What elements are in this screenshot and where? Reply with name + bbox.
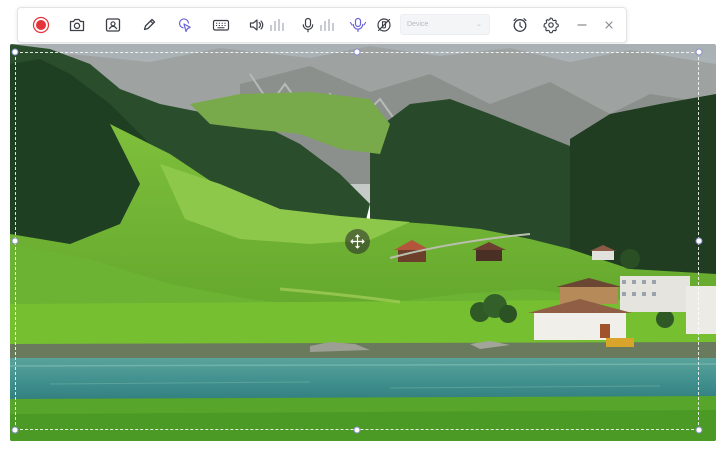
speaker-level-meter: [270, 19, 284, 31]
resize-handle-top-right[interactable]: [695, 48, 703, 56]
record-button[interactable]: [31, 15, 51, 35]
keyboard-icon: [212, 19, 230, 31]
webcam-icon: [105, 18, 121, 32]
noise-reduction-button[interactable]: [348, 15, 368, 35]
gear-icon: [543, 17, 559, 34]
close-icon: [605, 21, 613, 29]
resize-handle-left[interactable]: [11, 237, 19, 245]
webcam-button[interactable]: [103, 15, 123, 35]
recorder-toolbar: Device ⌄: [17, 7, 627, 43]
annotate-button[interactable]: [139, 15, 159, 35]
microphone-icon: [302, 17, 314, 33]
resize-handle-top-left[interactable]: [11, 48, 19, 56]
ai-voice-icon: [349, 17, 367, 33]
resize-handle-top[interactable]: [353, 48, 361, 56]
settings-button[interactable]: [541, 15, 561, 35]
move-arrows-icon: [350, 234, 365, 249]
cursor-highlight-button[interactable]: [175, 15, 195, 35]
alarm-clock-icon: [513, 18, 527, 32]
resize-handle-bottom-left[interactable]: [11, 426, 19, 434]
chevron-down-icon: ⌄: [476, 21, 482, 28]
screenshot-button[interactable]: [67, 15, 87, 35]
microphone-button[interactable]: [298, 15, 318, 35]
minimize-button[interactable]: [572, 15, 592, 35]
pen-icon: [143, 18, 156, 31]
keystroke-button[interactable]: [211, 15, 231, 35]
schedule-button[interactable]: [510, 15, 530, 35]
cursor-click-icon: [178, 18, 191, 33]
mic-slash-icon: [377, 18, 391, 32]
resize-handle-bottom[interactable]: [353, 426, 361, 434]
move-handle[interactable]: [345, 229, 370, 254]
camera-icon: [69, 18, 85, 32]
record-icon: [32, 16, 50, 34]
mic-level-meter: [320, 19, 334, 31]
resize-handle-right[interactable]: [695, 237, 703, 245]
mic-off-button[interactable]: [374, 15, 394, 35]
resize-handle-bottom-right[interactable]: [695, 426, 703, 434]
system-audio-button[interactable]: [247, 15, 267, 35]
close-button[interactable]: [599, 15, 619, 35]
minimize-icon: [577, 24, 587, 26]
speaker-icon: [249, 19, 264, 31]
device-select[interactable]: Device ⌄: [400, 14, 490, 35]
device-select-placeholder: Device: [407, 21, 429, 28]
